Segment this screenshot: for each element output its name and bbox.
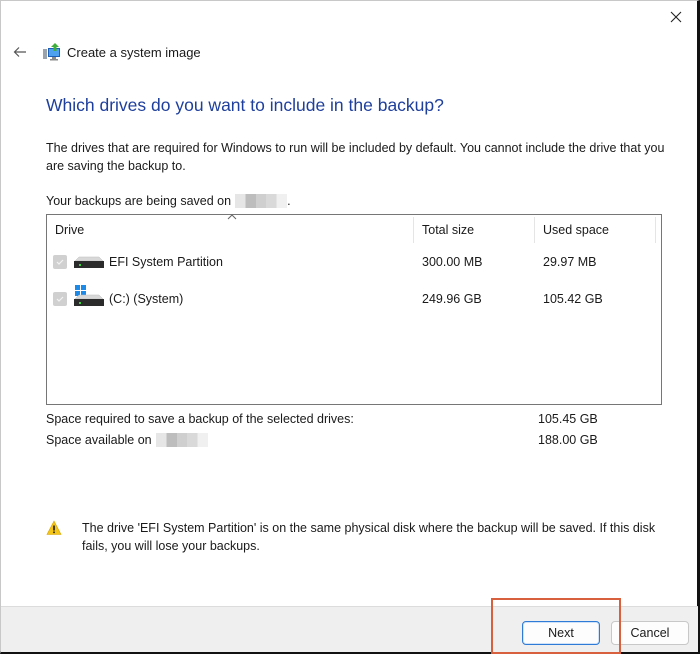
drive-used-space: 29.97 MB xyxy=(543,255,597,269)
drive-checkbox[interactable] xyxy=(53,255,67,269)
window-title: Create a system image xyxy=(67,44,201,60)
column-separator[interactable] xyxy=(655,217,656,243)
redacted-backup-location xyxy=(235,194,288,208)
list-header: Drive Total size Used space xyxy=(47,215,661,245)
checkmark-icon xyxy=(56,296,64,302)
redacted-backup-location xyxy=(155,433,208,447)
column-header-total-size[interactable]: Total size xyxy=(422,223,474,237)
column-separator[interactable] xyxy=(534,217,535,243)
drive-list[interactable]: Drive Total size Used space EFI System P… xyxy=(46,214,662,405)
drive-name: (C:) (System) xyxy=(109,292,184,306)
next-button[interactable]: Next xyxy=(522,621,600,645)
space-available-label: Space available on xyxy=(46,433,152,447)
drive-checkbox[interactable] xyxy=(53,292,67,306)
space-required-value: 105.45 GB xyxy=(538,412,598,426)
cancel-button[interactable]: Cancel xyxy=(611,621,689,645)
dialog-footer: Next Cancel xyxy=(1,606,698,652)
title-bar: Create a system image xyxy=(11,41,201,63)
saved-on-label: Your backups are being saved on xyxy=(46,194,232,208)
space-available-value: 188.00 GB xyxy=(538,433,598,447)
backup-location-line: Your backups are being saved on . xyxy=(46,194,291,208)
drive-total-size: 300.00 MB xyxy=(422,255,483,269)
column-separator[interactable] xyxy=(413,217,414,243)
hard-drive-icon xyxy=(74,256,104,268)
warning-icon xyxy=(46,520,62,535)
warning-text: The drive 'EFI System Partition' is on t… xyxy=(82,521,656,553)
space-required-label: Space required to save a backup of the s… xyxy=(46,412,354,426)
back-button[interactable] xyxy=(11,43,29,61)
column-header-used-space[interactable]: Used space xyxy=(543,223,609,237)
drive-name: EFI System Partition xyxy=(109,255,223,269)
space-available-line: Space available on xyxy=(46,433,208,447)
windows-drive-icon xyxy=(74,285,104,306)
drive-used-space: 105.42 GB xyxy=(543,292,603,306)
close-button[interactable] xyxy=(661,5,691,29)
drive-row[interactable]: (C:) (System) 249.96 GB 105.42 GB xyxy=(47,284,661,314)
page-heading: Which drives do you want to include in t… xyxy=(46,95,444,115)
backup-restore-icon xyxy=(43,43,60,61)
back-arrow-icon xyxy=(13,47,26,57)
drive-total-size: 249.96 GB xyxy=(422,292,482,306)
checkmark-icon xyxy=(56,259,64,265)
column-header-drive[interactable]: Drive xyxy=(55,223,84,237)
drive-row[interactable]: EFI System Partition 300.00 MB 29.97 MB xyxy=(47,247,661,277)
create-system-image-window: Create a system image Which drives do yo… xyxy=(0,0,700,654)
close-icon xyxy=(670,11,682,23)
page-description: The drives that are required for Windows… xyxy=(46,141,665,173)
period: . xyxy=(287,194,291,208)
warning-message: The drive 'EFI System Partition' is on t… xyxy=(46,519,666,555)
